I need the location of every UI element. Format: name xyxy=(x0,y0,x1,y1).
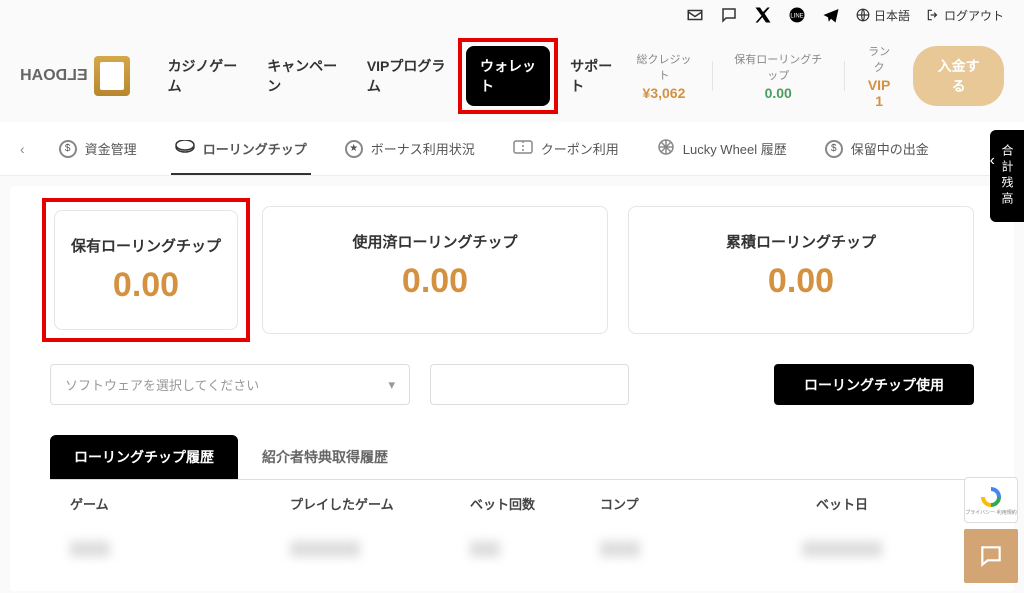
chevron-down-icon: ▾ xyxy=(388,377,395,393)
subnav-bonus[interactable]: ★ ボーナス利用状況 xyxy=(341,131,479,166)
card-total: 累積ローリングチップ 0.00 xyxy=(628,206,974,334)
mail-icon[interactable] xyxy=(686,6,704,24)
th-comp: コンプ xyxy=(600,494,730,513)
subnav-pending[interactable]: $ 保留中の出金 xyxy=(821,131,933,166)
software-select[interactable]: ソフトウェアを選択してください ▾ xyxy=(50,364,410,405)
table-row xyxy=(50,527,974,571)
subnav-funds-label: 資金管理 xyxy=(85,139,137,158)
subnav-pending-label: 保留中の出金 xyxy=(851,139,929,158)
logo-badge-icon xyxy=(94,56,130,96)
amount-input[interactable] xyxy=(430,364,629,405)
card-held: 保有ローリングチップ 0.00 xyxy=(54,210,238,330)
subnav-lucky[interactable]: Lucky Wheel 履歴 xyxy=(653,130,791,167)
card-held-value: 0.00 xyxy=(71,266,221,305)
subnav-prev-icon[interactable]: ‹ xyxy=(20,141,25,157)
nav-wallet-highlight: ウォレット xyxy=(458,38,558,114)
chip-icon xyxy=(175,140,195,157)
card-total-value: 0.00 xyxy=(645,262,957,301)
divider xyxy=(844,61,845,91)
divider xyxy=(712,61,713,91)
stat-credit-value: ¥3,062 xyxy=(636,85,691,101)
subnav-rolling-label: ローリングチップ xyxy=(203,139,307,158)
stat-rank-value: VIP 1 xyxy=(865,77,893,109)
stat-rolling-label: 保有ローリングチップ xyxy=(732,51,824,83)
recaptcha-badge: プライバシー·利用規約 xyxy=(964,477,1018,523)
blurred-cell xyxy=(600,541,640,557)
funds-icon: $ xyxy=(59,140,77,158)
card-used-value: 0.00 xyxy=(279,262,591,301)
telegram-icon[interactable] xyxy=(822,6,840,24)
svg-text:LINE: LINE xyxy=(790,13,803,19)
subnav-coupon[interactable]: クーポン利用 xyxy=(509,131,623,166)
chat-bubble-icon xyxy=(978,543,1004,569)
chat-icon[interactable] xyxy=(720,6,738,24)
th-game: ゲーム xyxy=(70,494,290,513)
stat-rank: ランク VIP 1 xyxy=(865,43,893,109)
nav-support[interactable]: サポート xyxy=(556,46,632,106)
th-bet-count: ベット回数 xyxy=(470,494,600,513)
logo-text: ELDOAH xyxy=(20,67,88,85)
chat-button[interactable] xyxy=(964,529,1018,583)
card-used: 使用済ローリングチップ 0.00 xyxy=(262,206,608,334)
language-label: 日本語 xyxy=(874,7,910,24)
logout-button[interactable]: ログアウト xyxy=(926,7,1004,24)
nav-casino[interactable]: カジノゲーム xyxy=(154,46,254,106)
logo[interactable]: ELDOAH xyxy=(20,56,130,96)
subnav-rolling[interactable]: ローリングチップ xyxy=(171,131,311,166)
side-tab-label: 合計残高 xyxy=(1000,144,1014,208)
x-icon[interactable] xyxy=(754,6,772,24)
nav-wallet[interactable]: ウォレット xyxy=(466,46,550,106)
blurred-cell xyxy=(70,541,110,557)
coupon-icon xyxy=(513,140,533,157)
stat-rank-label: ランク xyxy=(865,43,893,75)
card-used-label: 使用済ローリングチップ xyxy=(279,231,591,252)
stat-credit-label: 総クレジット xyxy=(636,51,691,83)
balance-side-tab[interactable]: 合計残高 xyxy=(990,130,1024,222)
th-bet-date: ベット日 xyxy=(730,494,954,513)
logout-label: ログアウト xyxy=(944,7,1004,24)
use-rolling-button[interactable]: ローリングチップ使用 xyxy=(774,364,974,405)
tab-history[interactable]: ローリングチップ履歴 xyxy=(50,435,238,479)
language-selector[interactable]: 日本語 xyxy=(856,7,910,24)
card-total-label: 累積ローリングチップ xyxy=(645,231,957,252)
line-icon[interactable]: LINE xyxy=(788,6,806,24)
wheel-icon xyxy=(657,138,675,159)
blurred-cell xyxy=(802,541,882,557)
nav-campaign[interactable]: キャンペーン xyxy=(253,46,353,106)
stat-credit: 総クレジット ¥3,062 xyxy=(636,51,691,101)
subnav-coupon-label: クーポン利用 xyxy=(541,139,619,158)
pending-icon: $ xyxy=(825,140,843,158)
subnav-bonus-label: ボーナス利用状況 xyxy=(371,139,475,158)
deposit-button[interactable]: 入金する xyxy=(913,46,1004,106)
blurred-cell xyxy=(290,541,360,557)
subnav-funds[interactable]: $ 資金管理 xyxy=(55,131,141,166)
bonus-icon: ★ xyxy=(345,140,363,158)
card-held-label: 保有ローリングチップ xyxy=(71,235,221,256)
subnav-lucky-label: Lucky Wheel 履歴 xyxy=(683,139,787,158)
stat-rolling-value: 0.00 xyxy=(732,85,824,101)
tab-referral[interactable]: 紹介者特典取得履歴 xyxy=(238,435,412,479)
blurred-cell xyxy=(470,541,500,557)
stat-rolling: 保有ローリングチップ 0.00 xyxy=(732,51,824,101)
software-select-placeholder: ソフトウェアを選択してください xyxy=(65,375,259,394)
table-header: ゲーム プレイしたゲーム ベット回数 コンプ ベット日 xyxy=(50,480,974,527)
th-played: プレイしたゲーム xyxy=(290,494,470,513)
nav-vip[interactable]: VIPプログラム xyxy=(353,46,460,106)
card-held-highlight: 保有ローリングチップ 0.00 xyxy=(42,198,250,342)
